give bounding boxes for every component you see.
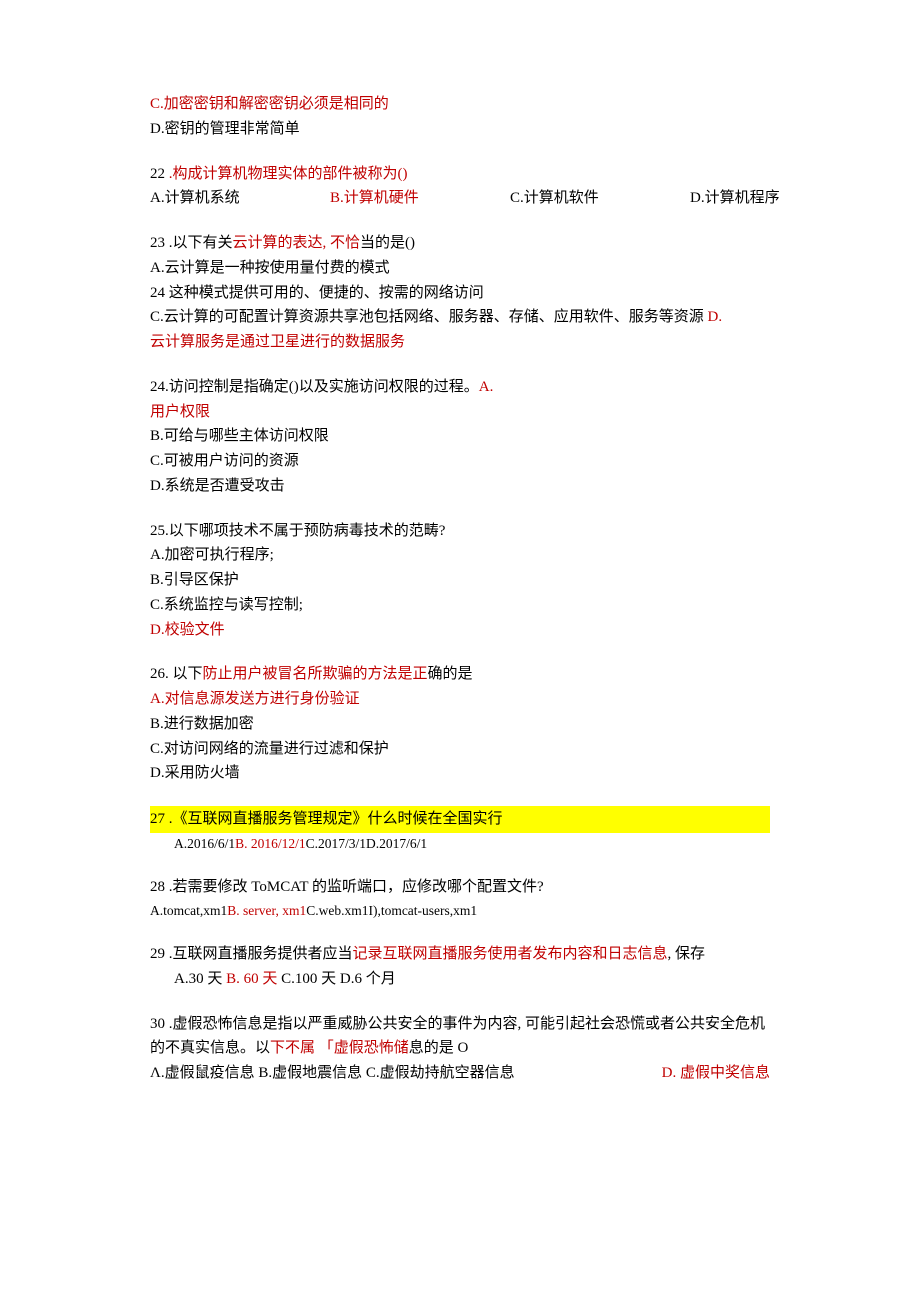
q28-option-a: A.tomcat,xm1 xyxy=(150,903,227,918)
q29-suf: , 保存 xyxy=(668,946,706,962)
q29-options: A.30 天 B. 60 天 C.100 天 D.6 个月 xyxy=(150,967,770,992)
q24-stem-text: 24.访问控制是指确定()以及实施访问权限的过程。 xyxy=(150,379,479,395)
q29-pre: 29 .互联网直播服务提供者应当 xyxy=(150,946,353,962)
q30-options: Λ.虚假鼠疫信息 B.虚假地震信息 C.虚假劫持航空器信息 D. 虚假中奖信息 xyxy=(150,1061,770,1086)
q24-option-a: 用户权限 xyxy=(150,400,770,425)
q27-options: A.2016/6/1B. 2016/12/1C.2017/3/1D.2017/6… xyxy=(150,833,770,855)
q26-option-c: C.对访问网络的流量进行过滤和保护 xyxy=(150,737,770,762)
q24-stem: 24.访问控制是指确定()以及实施访问权限的过程。A. xyxy=(150,375,770,400)
q21-option-c: C.加密密钥和解密密钥必须是相同的 xyxy=(150,92,770,117)
q26-stem: 26. 以下防止用户被冒名所欺骗的方法是正确的是 xyxy=(150,662,770,687)
q27-option-cd: C.2017/3/1D.2017/6/1 xyxy=(306,836,428,851)
q21-option-d: D.密钥的管理非常简单 xyxy=(150,117,770,142)
q29-mid: 记录互联网直播服务使用者发布内容和日志信息 xyxy=(353,946,668,962)
q26-pre: 26. 以下 xyxy=(150,666,203,682)
q30-suf: 息的是 O xyxy=(409,1040,469,1056)
q26-suf: 确的是 xyxy=(428,666,473,682)
q23-option-d: 云计算服务是通过卫星进行的数据服务 xyxy=(150,330,770,355)
q25-option-b: B.引导区保护 xyxy=(150,568,770,593)
q25-option-c: C.系统监控与读写控制; xyxy=(150,593,770,618)
q26-option-b: B.进行数据加密 xyxy=(150,712,770,737)
q28-stem: 28 .若需要修改 ToMCAT 的监听端口，应修改哪个配置文件? xyxy=(150,875,770,900)
q23-d-mark: D. xyxy=(708,309,723,325)
q27-option-a: A.2016/6/1 xyxy=(174,836,235,851)
q22-number: 22 xyxy=(150,166,165,182)
q23-option-c: C.云计算的可配置计算资源共享池包括网络、服务器、存储、应用软件、服务等资源 D… xyxy=(150,305,770,330)
q23-c-text: C.云计算的可配置计算资源共享池包括网络、服务器、存储、应用软件、服务等资源 xyxy=(150,309,708,325)
q23-prefix: .以下有关 xyxy=(165,235,233,251)
document-page: C.加密密钥和解密密钥必须是相同的 D.密钥的管理非常简单 22 .构成计算机物… xyxy=(0,0,920,1301)
q28-option-cd: C.web.xm1I),tomcat-users,xm1 xyxy=(306,903,477,918)
q22-option-d: D.计算机程序 xyxy=(690,186,780,211)
q29-option-a: A.30 天 xyxy=(174,971,226,987)
q25-option-d: D.校验文件 xyxy=(150,618,770,643)
q22-option-a: A.计算机系统 xyxy=(150,186,330,211)
q24-option-c: C.可被用户访问的资源 xyxy=(150,449,770,474)
q22-option-c: C.计算机软件 xyxy=(510,186,690,211)
q26-option-a: A.对信息源发送方进行身份验证 xyxy=(150,687,770,712)
q23-line24: 24 这种模式提供可用的、便捷的、按需的网络访问 xyxy=(150,281,770,306)
q24-a-mark: A. xyxy=(479,379,494,395)
q25-stem: 25.以下哪项技术不属于预防病毒技术的范畴? xyxy=(150,519,770,544)
q26-mid: 防止用户被冒名所欺骗的方法是正 xyxy=(203,666,428,682)
q25-option-a: A.加密可执行程序; xyxy=(150,543,770,568)
q30-stem: 30 .虚假恐怖信息是指以严重威胁公共安全的事件为内容, 可能引起社会恐慌或者公… xyxy=(150,1012,770,1062)
q22-stem-text: .构成计算机物理实体的部件被称为() xyxy=(165,166,408,182)
q28-options: A.tomcat,xm1B. server, xm1C.web.xm1I),to… xyxy=(150,900,770,922)
q22-stem: 22 .构成计算机物理实体的部件被称为() xyxy=(150,162,770,187)
q24-option-d: D.系统是否遭受攻击 xyxy=(150,474,770,499)
q29-stem: 29 .互联网直播服务提供者应当记录互联网直播服务使用者发布内容和日志信息, 保… xyxy=(150,942,770,967)
q29-option-cd: C.100 天 D.6 个月 xyxy=(277,971,395,987)
q23-option-a: A.云计算是一种按使用量付费的模式 xyxy=(150,256,770,281)
q23-stem: 23 .以下有关云计算的表达, 不恰当的是() xyxy=(150,231,770,256)
q27-option-b: B. 2016/12/1 xyxy=(235,836,306,851)
q30-option-abc: Λ.虚假鼠疫信息 B.虚假地震信息 C.虚假劫持航空器信息 xyxy=(150,1061,515,1086)
q24-option-b: B.可给与哪些主体访问权限 xyxy=(150,424,770,449)
q23-pre: 23 xyxy=(150,235,165,251)
q26-option-d: D.采用防火墙 xyxy=(150,761,770,786)
q27-stem: 27 .《互联网直播服务管理规定》什么时候在全国实行 xyxy=(150,806,770,833)
q28-option-b: B. server, xm1 xyxy=(227,903,306,918)
q29-option-b: B. 60 天 xyxy=(226,971,277,987)
q22-option-b: B.计算机硬件 xyxy=(330,186,510,211)
q30-option-d: D. 虚假中奖信息 xyxy=(662,1061,770,1086)
q23-mid: 云计算的表达, 不恰 xyxy=(233,235,361,251)
q30-mid: 下不属 「虚假恐怖储 xyxy=(270,1040,409,1056)
q22-options: A.计算机系统 B.计算机硬件 C.计算机软件 D.计算机程序 xyxy=(150,186,770,211)
q23-suf: 当的是() xyxy=(360,235,415,251)
